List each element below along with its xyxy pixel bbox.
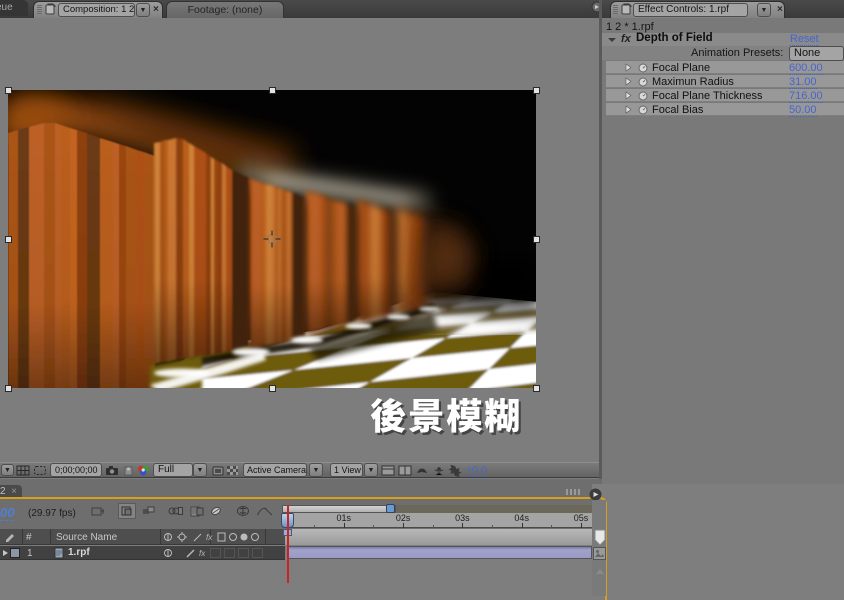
svg-text:fx: fx	[206, 533, 213, 542]
svg-text:fx: fx	[199, 549, 206, 558]
